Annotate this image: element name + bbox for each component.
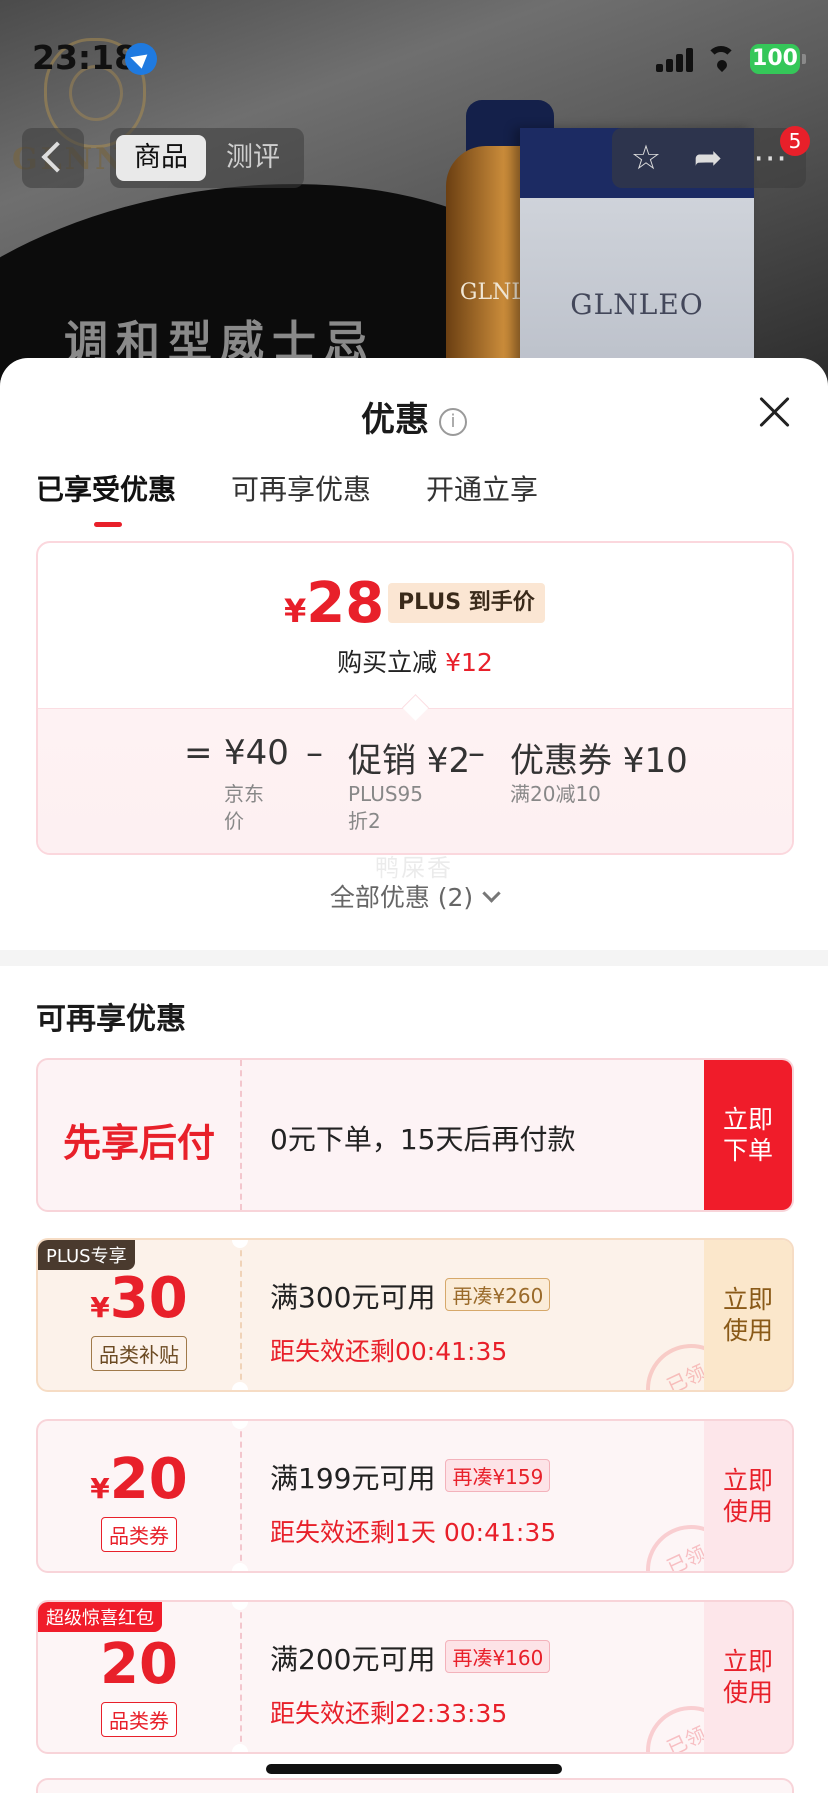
- info-icon[interactable]: i: [439, 408, 467, 436]
- cellular-signal-icon: [656, 48, 696, 72]
- promo-discount-label: PLUS95折2: [348, 782, 423, 833]
- final-price: ¥28: [284, 571, 384, 636]
- close-icon[interactable]: [758, 394, 792, 428]
- coupon-body: 满300元可用 再凑¥260 距失效还剩00:41:35 已领: [242, 1240, 751, 1390]
- minus-sign: –: [468, 733, 485, 773]
- coupon-left: ¥20 品类券: [38, 1421, 242, 1571]
- final-price-value: 28: [306, 571, 385, 636]
- use-now-button[interactable]: 立即使用: [704, 1602, 792, 1752]
- coupon-condition: 满200元可用 再凑¥160: [270, 1638, 551, 1678]
- coupon-body: 满199元可用 再凑¥159 距失效还剩1天 00:41:35 已领: [242, 1421, 751, 1571]
- coupon-card-partial: [36, 1778, 794, 1793]
- promo-discount: 促销 ¥2: [348, 741, 471, 781]
- section-divider: [0, 950, 828, 966]
- pay-later-card[interactable]: 先享后付 0元下单，15天后再付款 立即下单: [36, 1058, 794, 1212]
- home-indicator[interactable]: [266, 1764, 562, 1774]
- location-arrow-icon: [125, 43, 157, 75]
- active-tab-indicator: [94, 522, 122, 527]
- saving-value: ¥12: [445, 648, 493, 677]
- coupon-card: 超级惊喜红包 20 品类券 满200元可用 再凑¥160 距失效还剩22:33:3…: [36, 1600, 794, 1754]
- coupon-value: 20: [109, 1447, 188, 1512]
- final-price-currency: ¥: [284, 592, 307, 630]
- ticket-cutout: [232, 1744, 248, 1752]
- ticket-cutout: [232, 1382, 248, 1390]
- tab-activate-offers[interactable]: 开通立享: [426, 468, 538, 508]
- offers-sheet: 优惠 i 已享受优惠 可再享优惠 开通立享 ¥28 PLUS 到手价 购买立减 ¥…: [0, 358, 828, 1793]
- coupon-currency: ¥: [90, 1472, 110, 1505]
- share-icon[interactable]: ➦: [690, 140, 726, 176]
- coupon-type: 品类补贴: [91, 1336, 187, 1371]
- coupon-currency: ¥: [90, 1291, 110, 1324]
- all-offers-label: 全部优惠 (2): [329, 883, 474, 912]
- coupon-top-up-tag: 再凑¥160: [445, 1640, 551, 1673]
- coupon-top-up-tag: 再凑¥260: [445, 1278, 551, 1311]
- product-actions: ☆ ➦ ⋯: [612, 128, 806, 188]
- coupon-timer: 距失效还剩22:33:35: [270, 1699, 508, 1728]
- equals-sign: =: [184, 733, 213, 773]
- coupon-body: 满200元可用 再凑¥160 距失效还剩22:33:35 已领: [242, 1602, 751, 1752]
- saving-label: 购买立减: [337, 648, 438, 677]
- notification-badge: 5: [780, 126, 810, 156]
- coupon-condition-text: 满300元可用: [270, 1281, 436, 1314]
- coupon-left: 超级惊喜红包 20 品类券: [38, 1602, 242, 1752]
- coupon-amount: 20: [38, 1632, 240, 1697]
- minus-sign: –: [306, 733, 323, 773]
- coupon-value: 20: [100, 1632, 178, 1697]
- final-price-section: ¥28 PLUS 到手价 购买立减 ¥12: [38, 543, 792, 708]
- box-label: GLNLEO: [570, 288, 704, 321]
- coupon-discount: 优惠券 ¥10: [510, 741, 688, 781]
- tab-product[interactable]: 商品: [116, 135, 206, 181]
- base-price-label: 京东价: [224, 782, 264, 833]
- price-summary-card: ¥28 PLUS 到手价 购买立减 ¥12 = ¥40 京东价 – 促销 ¥2 …: [36, 541, 794, 855]
- base-price: ¥40: [224, 733, 289, 773]
- use-now-button[interactable]: 立即使用: [704, 1421, 792, 1571]
- coupon-condition-text: 满200元可用: [270, 1643, 436, 1676]
- all-offers-toggle[interactable]: 全部优惠 (2): [0, 878, 828, 914]
- tab-reviews[interactable]: 测评: [208, 135, 298, 181]
- saving-line: 购买立减 ¥12: [38, 643, 792, 679]
- coupon-card: ¥20 品类券 满199元可用 再凑¥159 距失效还剩1天 00:41:35 已…: [36, 1419, 794, 1573]
- coupon-top-up-tag: 再凑¥159: [445, 1459, 551, 1492]
- pay-later-left: 先享后付: [38, 1060, 242, 1210]
- product-tabs: 商品 测评: [110, 128, 304, 188]
- pay-later-desc: 0元下单，15天后再付款: [270, 1123, 576, 1156]
- back-button[interactable]: [22, 128, 84, 188]
- sheet-title-text: 优惠: [361, 400, 429, 440]
- sheet-title: 优惠 i: [0, 392, 828, 441]
- coupon-value: 30: [109, 1266, 188, 1331]
- battery-icon: 100: [750, 44, 806, 74]
- coupon-condition: 满300元可用 再凑¥260: [270, 1276, 551, 1316]
- status-time: 23:18: [32, 38, 138, 77]
- coupon-ribbon: 超级惊喜红包: [38, 1602, 162, 1632]
- coupon-timer: 距失效还剩1天 00:41:35: [270, 1518, 557, 1547]
- pay-later-name: 先享后付: [62, 1121, 215, 1165]
- tab-more-offers[interactable]: 可再享优惠: [231, 468, 371, 508]
- use-now-button[interactable]: 立即使用: [704, 1240, 792, 1390]
- coupon-discount-label: 满20减10: [510, 782, 601, 806]
- coupon-card: PLUS专享 ¥30 品类补贴 满300元可用 再凑¥260 距失效还剩00:41…: [36, 1238, 794, 1392]
- price-breakdown: = ¥40 京东价 – 促销 ¥2 PLUS95折2 – 优惠券 ¥10 满20…: [38, 708, 792, 853]
- coupon-condition-text: 满199元可用: [270, 1462, 436, 1495]
- product-page-background: GLNNON 调和型威士忌 GLNLEO GLNLEO 23:18 100 商品…: [0, 0, 828, 380]
- back-icon: [41, 141, 73, 173]
- coupon-condition: 满199元可用 再凑¥159: [270, 1457, 551, 1497]
- wifi-icon: [706, 44, 742, 72]
- plus-price-tag: PLUS 到手价: [388, 583, 545, 623]
- ticket-cutout: [232, 1563, 248, 1571]
- more-offers-title: 可再享优惠: [36, 1002, 186, 1037]
- coupon-type: 品类券: [101, 1702, 177, 1737]
- chevron-down-icon: [482, 884, 501, 903]
- order-now-button[interactable]: 立即下单: [704, 1060, 792, 1210]
- coupon-amount: ¥20: [38, 1447, 240, 1512]
- status-bar: 23:18 100: [0, 0, 828, 110]
- tab-enjoyed-offers[interactable]: 已享受优惠: [36, 468, 176, 508]
- coupon-amount: ¥30: [38, 1266, 240, 1331]
- coupon-left: PLUS专享 ¥30 品类补贴: [38, 1240, 242, 1390]
- pay-later-body: 0元下单，15天后再付款: [242, 1060, 698, 1210]
- coupon-timer: 距失效还剩00:41:35: [270, 1337, 508, 1366]
- star-icon[interactable]: ☆: [628, 140, 664, 176]
- coupon-type: 品类券: [101, 1517, 177, 1552]
